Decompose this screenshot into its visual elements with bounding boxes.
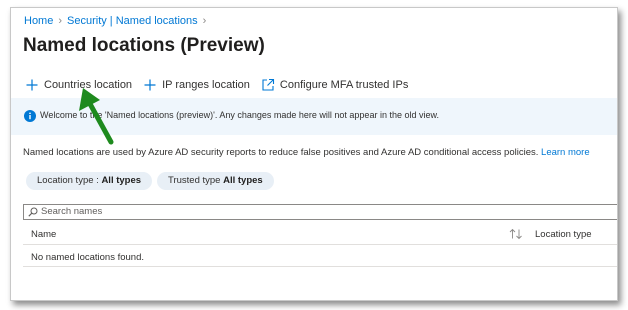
named-locations-panel: Home › Security | Named locations › Name… <box>10 7 618 301</box>
green-arrow-annotation <box>79 88 114 145</box>
